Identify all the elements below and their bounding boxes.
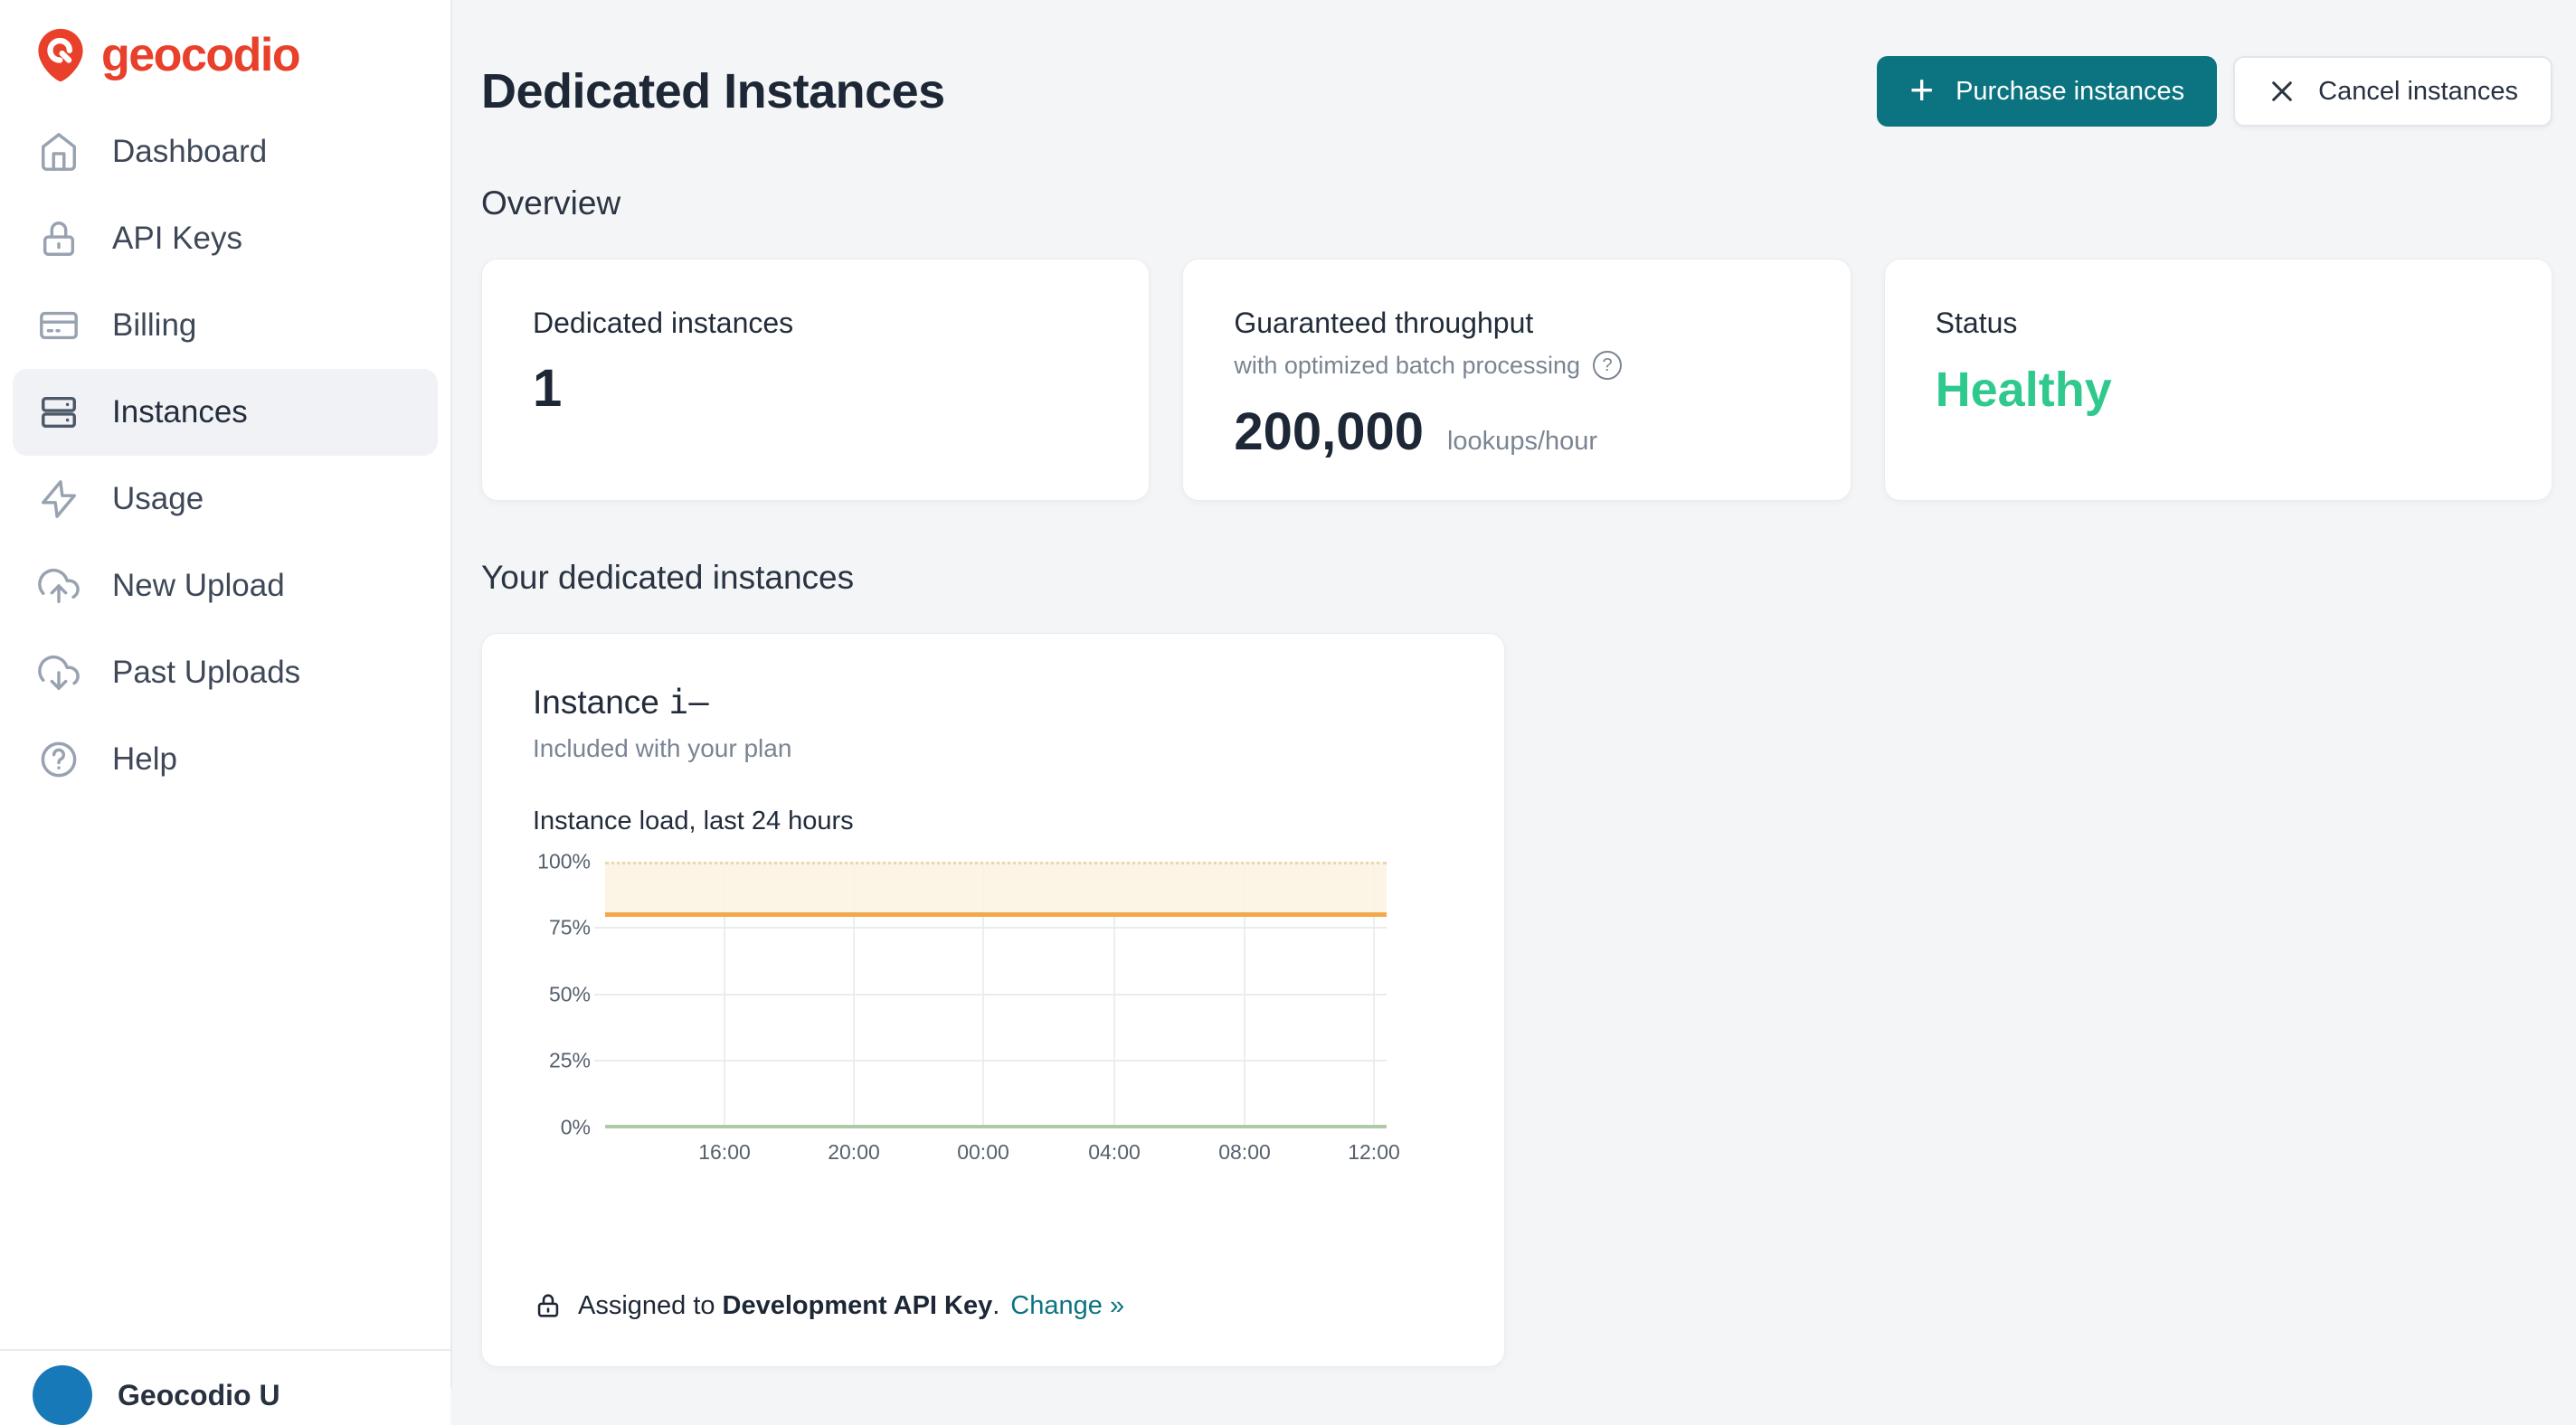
help-circle-icon — [38, 739, 80, 780]
h-gridline — [594, 1060, 1387, 1062]
status-card: Status Healthy — [1884, 259, 2552, 501]
sidebar-item-label: Instances — [112, 394, 248, 430]
chart-title: Instance load, last 24 hours — [533, 807, 1454, 836]
instance-title: Instance i– — [533, 683, 1454, 722]
chart-plot-column: 16:00 20:00 00:00 04:00 08:00 12:00 — [605, 862, 1387, 1176]
h-gridline — [594, 994, 1387, 996]
lock-icon — [38, 218, 80, 260]
instance-subtitle: Included with your plan — [533, 734, 1454, 763]
h-gridline — [594, 927, 1387, 929]
status-value: Healthy — [1936, 362, 2501, 418]
avatar — [33, 1365, 92, 1425]
sidebar-item-help[interactable]: Help — [13, 716, 438, 803]
purchase-instances-button[interactable]: + Purchase instances — [1877, 56, 2217, 127]
sidebar-nav: Dashboard API Keys Billing Instances Usa… — [0, 109, 450, 803]
sidebar-item-label: Help — [112, 741, 177, 778]
sidebar-item-instances[interactable]: Instances — [13, 369, 438, 456]
assigned-prefix: Assigned to — [578, 1291, 715, 1321]
change-link[interactable]: Change » — [1010, 1291, 1124, 1321]
card-title: Dedicated instances — [533, 307, 1098, 340]
page-header: Dedicated Instances + Purchase instances… — [481, 56, 2552, 127]
capacity-band — [605, 862, 1387, 915]
sidebar-item-label: API Keys — [112, 221, 242, 257]
throughput-value: 200,000 — [1234, 401, 1424, 462]
purchase-button-label: Purchase instances — [1956, 77, 2184, 107]
sidebar-item-label: Dashboard — [112, 134, 267, 170]
chart-x-axis: 16:00 20:00 00:00 04:00 08:00 12:00 — [605, 1140, 1387, 1176]
help-tooltip-icon[interactable]: ? — [1593, 351, 1622, 380]
sidebar-item-label: Past Uploads — [112, 655, 300, 691]
cloud-upload-icon — [38, 565, 80, 607]
cancel-button-label: Cancel instances — [2318, 77, 2518, 107]
dedicated-instances-card: Dedicated instances 1 — [481, 259, 1150, 501]
y-tick-label: 50% — [549, 983, 591, 1007]
page-title: Dedicated Instances — [481, 63, 945, 119]
dedicated-instances-count: 1 — [533, 358, 1098, 419]
instances-heading: Your dedicated instances — [481, 559, 2552, 597]
assigned-api-key: Development API Key — [723, 1291, 993, 1321]
x-tick-label: 16:00 — [698, 1140, 751, 1165]
footer-user-name: Geocodio U — [118, 1379, 280, 1412]
card-title: Status — [1936, 307, 2501, 340]
home-icon — [38, 131, 80, 173]
x-tick-label: 12:00 — [1348, 1140, 1400, 1165]
sidebar-item-label: Billing — [112, 307, 196, 344]
geocodio-pin-icon — [31, 25, 90, 85]
sidebar-item-past-uploads[interactable]: Past Uploads — [13, 629, 438, 716]
assigned-suffix: . — [992, 1291, 999, 1321]
assigned-row: Assigned to Development API Key. Change » — [533, 1290, 1454, 1321]
bolt-icon — [38, 478, 80, 520]
card-title: Guaranteed throughput — [1234, 307, 1799, 340]
sidebar-item-usage[interactable]: Usage — [13, 456, 438, 543]
geocodio-logo[interactable]: geocodio — [0, 0, 450, 85]
sidebar-item-label: Usage — [112, 481, 204, 517]
instance-card: Instance i– Included with your plan Inst… — [481, 633, 1505, 1367]
sidebar-item-label: New Upload — [112, 568, 285, 604]
card-subtitle: with optimized batch processing — [1234, 352, 1580, 380]
sidebar-item-new-upload[interactable]: New Upload — [13, 543, 438, 629]
brand-name: geocodio — [101, 28, 299, 82]
cloud-download-icon — [38, 652, 80, 694]
close-icon — [2268, 77, 2297, 106]
y-tick-label: 25% — [549, 1049, 591, 1073]
x-tick-label: 20:00 — [828, 1140, 880, 1165]
sidebar-item-api-keys[interactable]: API Keys — [13, 195, 438, 282]
sidebar-item-billing[interactable]: Billing — [13, 282, 438, 369]
chart-plot-area — [605, 862, 1387, 1128]
overview-heading: Overview — [481, 184, 2552, 222]
header-actions: + Purchase instances Cancel instances — [1877, 56, 2552, 127]
sidebar: geocodio Dashboard API Keys Billing Inst… — [0, 0, 452, 1387]
threshold-line — [605, 912, 1387, 917]
throughput-value-row: 200,000 lookups/hour — [1234, 401, 1799, 462]
load-series-line — [605, 1125, 1387, 1128]
cancel-instances-button[interactable]: Cancel instances — [2233, 56, 2552, 127]
sidebar-item-dashboard[interactable]: Dashboard — [13, 109, 438, 195]
credit-card-icon — [38, 305, 80, 346]
x-tick-label: 00:00 — [957, 1140, 1009, 1165]
instance-id: i– — [668, 683, 709, 722]
instance-load-chart: 100% 75% 50% 25% 0% — [533, 862, 1454, 1176]
y-tick-label: 75% — [549, 916, 591, 940]
sidebar-footer-account[interactable]: Geocodio U — [0, 1349, 450, 1425]
guaranteed-throughput-card: Guaranteed throughput with optimized bat… — [1182, 259, 1851, 501]
overview-cards: Dedicated instances 1 Guaranteed through… — [481, 259, 2552, 501]
x-tick-label: 04:00 — [1088, 1140, 1141, 1165]
y-tick-label: 100% — [537, 850, 591, 874]
y-tick-label: 0% — [561, 1116, 591, 1140]
card-subtitle-row: with optimized batch processing ? — [1234, 351, 1799, 380]
main-content: Dedicated Instances + Purchase instances… — [452, 0, 2576, 1387]
x-tick-label: 08:00 — [1218, 1140, 1271, 1165]
throughput-unit: lookups/hour — [1447, 427, 1597, 457]
lock-icon — [533, 1290, 564, 1321]
instance-title-prefix: Instance — [533, 684, 659, 721]
server-icon — [38, 392, 80, 433]
